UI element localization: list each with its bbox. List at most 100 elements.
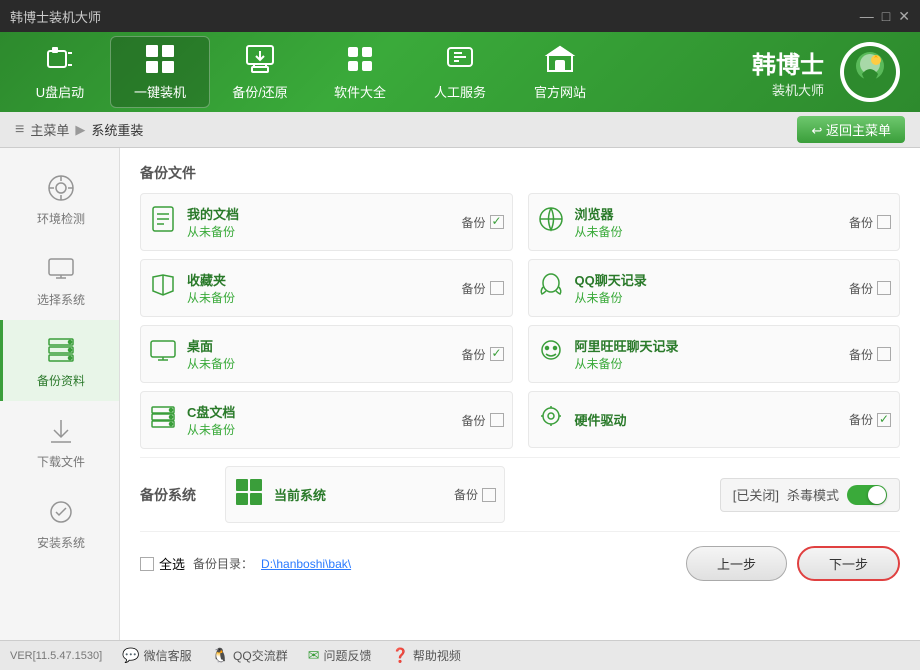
version-label: VER[11.5.47.1530] [10,650,102,662]
browser-item: 浏览器 从未备份 备份 [528,193,901,251]
favorites-icon [149,271,177,306]
sidebar-install-label: 安装系统 [37,534,85,551]
sidebar-item-env[interactable]: 环境检测 [0,158,119,239]
antivirus-toggle[interactable] [847,485,887,505]
statusbar: VER[11.5.47.1530] 💬 微信客服 🐧 QQ交流群 ✉ 问题反馈 … [0,640,920,670]
select-all-checkbox[interactable] [140,557,154,571]
nav-service[interactable]: 人工服务 [410,36,510,108]
nav-backup-label: 备份/还原 [232,82,288,101]
select-all-label[interactable]: 全选 [140,554,185,573]
antivirus-box: [已关闭] 杀毒模式 [720,478,900,512]
browser-checkbox[interactable] [877,215,891,229]
sidebar-item-install-sys[interactable]: 安装系统 [0,482,119,563]
my-docs-icon [149,205,177,240]
nav-service-label: 人工服务 [434,82,486,101]
nav-usb-label: U盘启动 [36,82,84,101]
backup-files-header: 备份文件 [140,163,900,183]
system-item-icon [234,477,264,512]
nav-install-label: 一键装机 [134,82,186,101]
statusbar-help[interactable]: ❓ 帮助视频 [391,647,460,664]
header-nav: U盘启动 一键装机 备份/还原 [0,32,920,112]
c-docs-info: C盘文档 从未备份 [187,402,451,438]
app-title: 韩博士装机大师 [10,7,101,26]
breadcrumb-current: 系统重装 [91,120,143,139]
right-column: 浏览器 从未备份 备份 [528,193,901,449]
desktop-backup-label: 备份 [461,346,485,363]
browser-check: 备份 [849,214,891,231]
backup-items-grid: 我的文档 从未备份 备份 [140,193,900,449]
my-docs-check: 备份 [461,214,503,231]
favorites-check: 备份 [461,280,503,297]
system-item-name: 当前系统 [274,485,444,504]
help-label: 帮助视频 [413,647,461,664]
main-area: 环境检测 选择系统 [0,148,920,640]
backup-path-link[interactable]: D:\hanboshi\bak\ [261,557,351,571]
favorites-status: 从未备份 [187,289,451,306]
c-docs-name: C盘文档 [187,402,451,421]
back-button[interactable]: ↩ 返回主菜单 [797,116,905,143]
brand-sub: 装机大师 [752,80,824,99]
my-docs-checkbox[interactable] [490,215,504,229]
hardware-checkbox[interactable] [877,413,891,427]
qq-status: 从未备份 [575,289,839,306]
next-button[interactable]: 下一步 [797,546,900,581]
c-docs-check: 备份 [461,412,503,429]
qq-backup-label: 备份 [849,280,873,297]
wechat-icon: 💬 [122,647,139,664]
aliww-backup-label: 备份 [849,346,873,363]
minimize-button[interactable]: — [860,8,874,25]
nav-backup[interactable]: 备份/还原 [210,36,310,108]
brand-logo [840,42,900,102]
favorites-info: 收藏夹 从未备份 [187,270,451,306]
aliww-name: 阿里旺旺聊天记录 [575,336,839,355]
hardware-item: 硬件驱动 备份 [528,391,901,448]
close-button[interactable]: ✕ [898,8,910,25]
maximize-button[interactable]: □ [882,8,890,25]
qq-check: 备份 [849,280,891,297]
favorites-name: 收藏夹 [187,270,451,289]
aliww-checkbox[interactable] [877,347,891,361]
qq-group-icon: 🐧 [212,647,229,664]
desktop-checkbox[interactable] [490,347,504,361]
c-docs-checkbox[interactable] [490,413,504,427]
c-docs-item: C盘文档 从未备份 备份 [140,391,513,449]
system-item-info: 当前系统 [274,485,444,504]
browser-info: 浏览器 从未备份 [575,204,839,240]
breadcrumb-separator: ▶ [75,122,85,138]
backup-path-label: 备份目录： [193,555,253,572]
sidebar-item-download[interactable]: 下载文件 [0,401,119,482]
nav-usb[interactable]: U盘启动 [10,36,110,108]
c-docs-backup-label: 备份 [461,412,485,429]
prev-button[interactable]: 上一步 [686,546,787,581]
sidebar-download-label: 下载文件 [37,453,85,470]
aliww-check: 备份 [849,346,891,363]
breadcrumb-bar: ≡ 主菜单 ▶ 系统重装 ↩ 返回主菜单 [0,112,920,148]
toggle-knob [868,486,886,504]
install-icon [144,43,176,80]
content-area: 备份文件 我的文档 [120,148,920,640]
system-checkbox[interactable] [482,488,496,502]
sidebar-item-backup[interactable]: 备份资料 [0,320,119,401]
favorites-checkbox[interactable] [490,281,504,295]
desktop-name: 桌面 [187,336,451,355]
service-icon [444,43,476,80]
breadcrumb-home[interactable]: 主菜单 [30,120,69,139]
statusbar-feedback[interactable]: ✉ 问题反馈 [308,647,372,664]
sidebar-backup-label: 备份资料 [37,372,85,389]
feedback-label: 问题反馈 [323,647,371,664]
nav-website[interactable]: 官方网站 [510,36,610,108]
c-docs-icon [149,403,177,438]
nav-install[interactable]: 一键装机 [110,36,210,108]
statusbar-wechat[interactable]: 💬 微信客服 [122,647,191,664]
hardware-info: 硬件驱动 [575,410,839,429]
my-docs-status: 从未备份 [187,223,451,240]
qq-checkbox[interactable] [877,281,891,295]
sidebar-item-system[interactable]: 选择系统 [0,239,119,320]
download-icon [43,413,79,449]
titlebar: 韩博士装机大师 — □ ✕ [0,0,920,32]
aliww-item: 阿里旺旺聊天记录 从未备份 备份 [528,325,901,383]
nav-software[interactable]: 软件大全 [310,36,410,108]
statusbar-qq[interactable]: 🐧 QQ交流群 [212,647,288,664]
system-backup-label: 备份 [454,486,478,503]
aliww-info: 阿里旺旺聊天记录 从未备份 [575,336,839,372]
